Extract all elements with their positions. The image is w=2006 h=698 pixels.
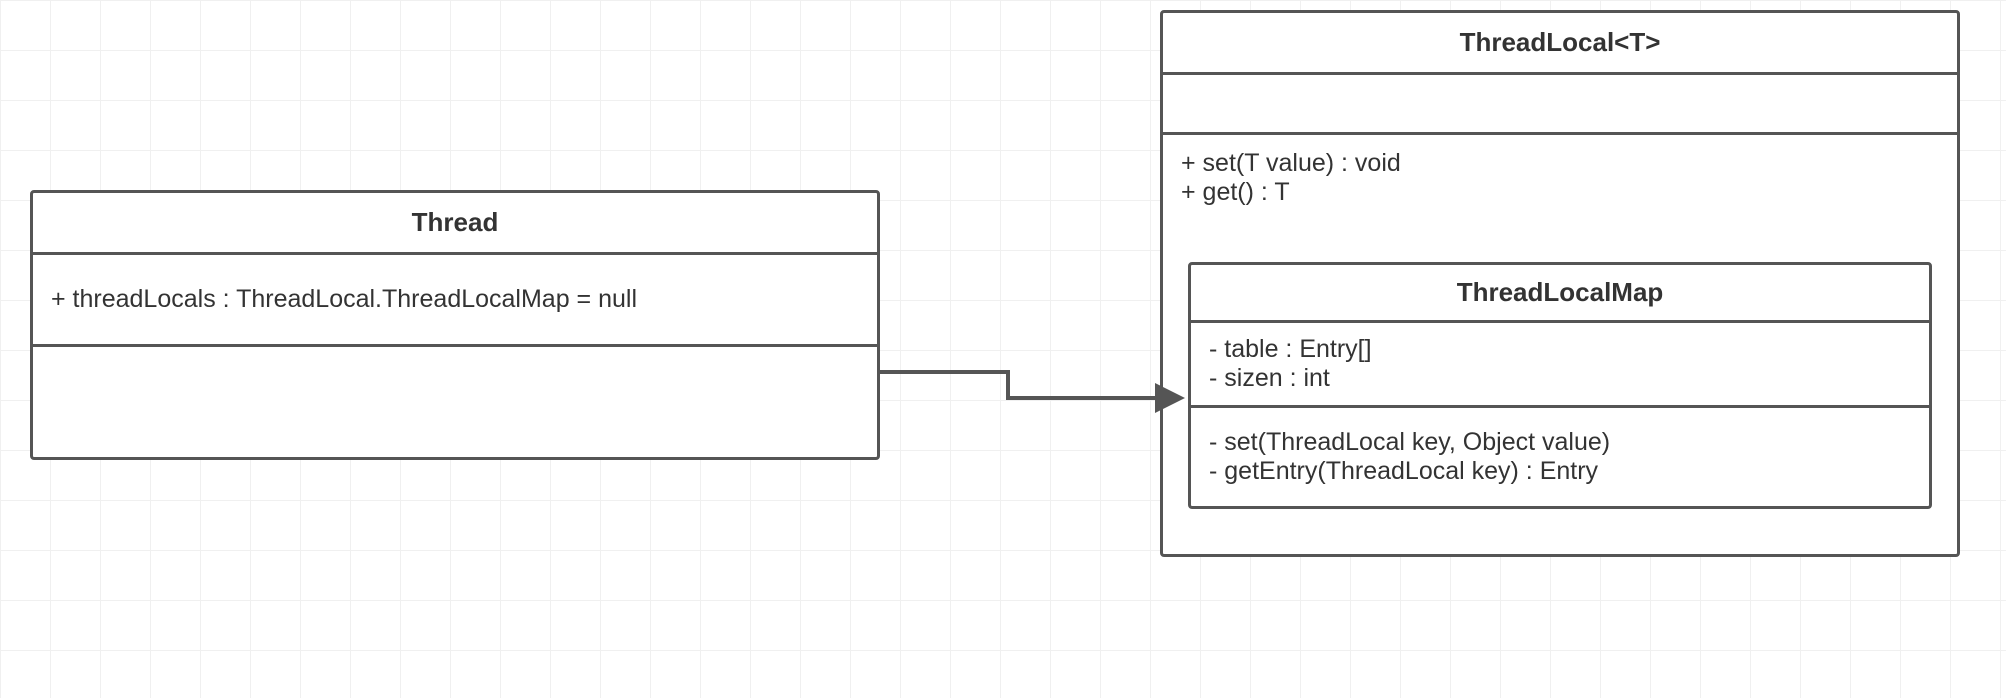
arrow-head-icon bbox=[1155, 383, 1189, 413]
connector-line-h2 bbox=[1006, 396, 1161, 400]
connector-line-h1 bbox=[880, 370, 1010, 374]
threadlocalmap-method-getentry: - getEntry(ThreadLocal key) : Entry bbox=[1209, 457, 1911, 486]
threadlocalmap-attributes: - table : Entry[] - sizen : int bbox=[1191, 323, 1929, 408]
threadlocal-title: ThreadLocal<T> bbox=[1163, 13, 1957, 75]
threadlocalmap-methods: - set(ThreadLocal key, Object value) - g… bbox=[1191, 408, 1929, 506]
threadlocalmap-class-box: ThreadLocalMap - table : Entry[] - sizen… bbox=[1188, 262, 1932, 509]
threadlocal-method-set: + set(T value) : void bbox=[1181, 149, 1939, 178]
threadlocal-method-get: + get() : T bbox=[1181, 178, 1939, 207]
thread-attributes: + threadLocals : ThreadLocal.ThreadLocal… bbox=[33, 255, 877, 347]
threadlocalmap-method-set: - set(ThreadLocal key, Object value) bbox=[1209, 428, 1911, 457]
threadlocalmap-attr-table: - table : Entry[] bbox=[1209, 335, 1911, 364]
threadlocal-attributes-empty bbox=[1163, 75, 1957, 135]
threadlocal-class-box: ThreadLocal<T> + set(T value) : void + g… bbox=[1160, 10, 1960, 557]
thread-class-box: Thread + threadLocals : ThreadLocal.Thre… bbox=[30, 190, 880, 460]
threadlocalmap-attr-size: - sizen : int bbox=[1209, 364, 1911, 393]
threadlocalmap-title: ThreadLocalMap bbox=[1191, 265, 1929, 323]
threadlocal-methods: + set(T value) : void + get() : T bbox=[1163, 135, 1957, 212]
thread-methods-empty bbox=[33, 347, 877, 457]
thread-title: Thread bbox=[33, 193, 877, 255]
